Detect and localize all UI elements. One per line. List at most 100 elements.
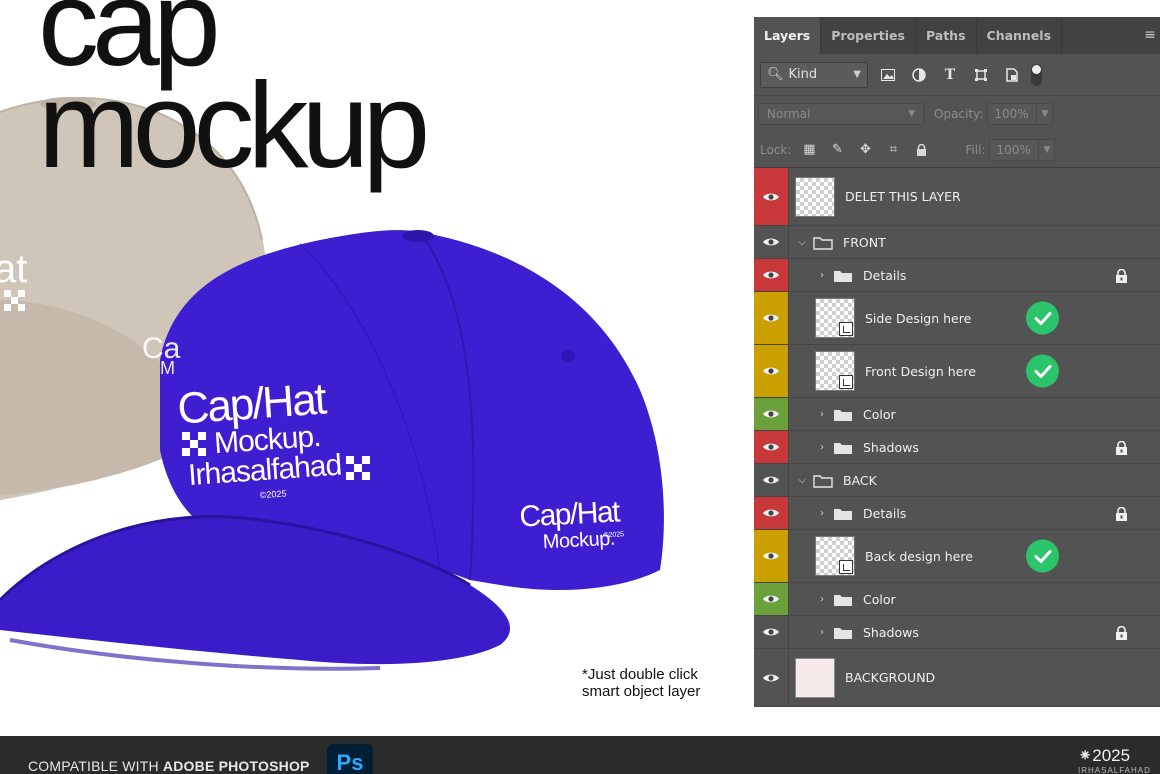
footer-bar: COMPATIBLE WITH ADOBE PHOTOSHOP Ps ⁕2025…	[0, 736, 1160, 774]
layer-name: Side Design here	[865, 310, 972, 326]
visibility-eye-icon[interactable]	[754, 530, 789, 582]
compat-app: ADOBE PHOTOSHOP	[162, 758, 310, 774]
visibility-eye-icon[interactable]	[754, 431, 789, 463]
layer-row[interactable]: › Color	[754, 398, 1160, 431]
lock-icon	[1115, 440, 1128, 455]
layer-name: Back design here	[865, 548, 973, 564]
hero-title-line-mockup: mockup	[38, 57, 430, 193]
side-print-year: ©2025	[603, 531, 625, 540]
panel-menu-icon[interactable]: ≡	[1144, 27, 1156, 43]
layer-row[interactable]: Front Design here	[754, 345, 1160, 398]
chevron-right-icon[interactable]: ›	[815, 594, 829, 605]
layer-row[interactable]: › Details	[754, 259, 1160, 292]
tab-layers[interactable]: Layers	[754, 17, 822, 54]
visibility-eye-icon[interactable]	[754, 497, 789, 529]
visibility-eye-icon[interactable]	[754, 168, 789, 225]
visibility-eye-icon[interactable]	[754, 616, 789, 648]
blend-mode-select[interactable]: Normal ▼	[758, 103, 924, 125]
chevron-right-icon[interactable]: ›	[815, 508, 829, 519]
adjustment-filter-icon[interactable]	[908, 64, 930, 86]
visibility-eye-icon[interactable]	[754, 292, 789, 344]
layer-row[interactable]: BACKGROUND	[754, 649, 1160, 707]
compatibility-text: COMPATIBLE WITH ADOBE PHOTOSHOP	[28, 758, 310, 774]
layer-name: Details	[863, 505, 907, 521]
layer-row[interactable]: DELET THIS LAYER	[754, 168, 1160, 226]
side-design-print: Cap/Hat Mockup. ©2025	[519, 495, 625, 554]
folder-icon	[833, 407, 853, 421]
shape-filter-icon[interactable]	[970, 64, 992, 86]
layer-thumbnail	[815, 351, 855, 391]
layer-name: Color	[863, 406, 896, 422]
layer-row[interactable]: › Shadows	[754, 431, 1160, 464]
kind-filter-select[interactable]: 🔍︎ Kind ▼	[760, 61, 868, 88]
folder-icon	[813, 473, 833, 488]
opacity-field[interactable]: 100% ▼	[987, 103, 1054, 125]
fill-label: Fill:	[965, 142, 986, 157]
visibility-eye-icon[interactable]	[754, 649, 789, 706]
layer-thumbnail	[795, 657, 835, 698]
chevron-right-icon[interactable]: ›	[815, 270, 829, 281]
chevron-right-icon[interactable]: ›	[815, 442, 829, 453]
lock-icon	[1115, 268, 1128, 283]
chevron-right-icon[interactable]: ›	[815, 409, 829, 420]
fill-field[interactable]: 100% ▼	[989, 138, 1056, 161]
chevron-down-icon: ▼	[1038, 139, 1054, 160]
layer-row[interactable]: › Details	[754, 497, 1160, 530]
checkmark-icon	[1026, 354, 1059, 388]
layer-name: BACKGROUND	[845, 670, 936, 685]
hero-title: cap mockup	[38, 0, 430, 193]
chevron-right-icon[interactable]: ›	[815, 627, 829, 638]
visibility-eye-icon[interactable]	[754, 464, 789, 496]
fill-value: 100%	[996, 142, 1031, 157]
front-design-print: Cap/Hat Mockup. Irhasalfahad ©2025	[176, 372, 404, 505]
photoshop-logo: Ps	[327, 744, 373, 774]
smart-object-filter-icon[interactable]	[1001, 64, 1023, 86]
panel-tabs: Layers Properties Paths Channels ≡	[754, 17, 1160, 54]
visibility-eye-icon[interactable]	[754, 398, 789, 430]
chevron-down-icon[interactable]: ⌵	[795, 237, 809, 248]
visibility-eye-icon[interactable]	[754, 259, 789, 291]
back-cap-print: at	[0, 247, 27, 291]
layer-row[interactable]: ⌵ FRONT	[754, 226, 1160, 259]
lock-artboard-icon[interactable]: ⌗	[883, 140, 903, 160]
blend-row: Normal ▼ Opacity: 100% ▼	[754, 96, 1160, 132]
lock-move-icon[interactable]: ✥	[855, 140, 875, 160]
lock-brush-icon[interactable]: ✎	[827, 140, 847, 160]
tab-properties[interactable]: Properties	[821, 17, 916, 54]
folder-icon	[833, 625, 853, 639]
footer-author: IRHASALFAHAD	[1078, 766, 1151, 774]
compat-prefix: COMPATIBLE WITH	[28, 758, 159, 774]
filter-toggle[interactable]	[1031, 63, 1042, 86]
smart-object-hint: *Just double click smart object layer	[582, 666, 700, 700]
visibility-eye-icon[interactable]	[754, 226, 789, 258]
tab-channels[interactable]: Channels	[977, 17, 1063, 54]
lock-icon	[1115, 625, 1128, 640]
filter-row: 🔍︎ Kind ▼ T	[754, 54, 1160, 96]
lock-label: Lock:	[760, 142, 792, 157]
tab-paths[interactable]: Paths	[916, 17, 977, 54]
kind-label: Kind	[788, 67, 818, 82]
layers-list: DELET THIS LAYER ⌵ FRONT › Details Side Desig…	[754, 168, 1160, 707]
layer-thumbnail	[815, 298, 855, 338]
visibility-eye-icon[interactable]	[754, 583, 789, 615]
layer-row[interactable]: Back design here	[754, 530, 1160, 583]
type-filter-icon[interactable]: T	[939, 64, 961, 86]
lock-all-icon[interactable]	[911, 140, 931, 160]
layer-name: Shadows	[863, 439, 919, 455]
pixel-filter-icon[interactable]	[877, 64, 899, 86]
layer-row[interactable]: Side Design here	[754, 292, 1160, 345]
folder-icon	[833, 268, 853, 282]
chevron-down-icon: ▼	[908, 109, 915, 119]
search-icon: 🔍︎	[767, 67, 784, 82]
footer-year: ⁕2025	[1078, 746, 1131, 765]
lock-transparent-icon[interactable]: ▦	[799, 140, 819, 160]
layer-row[interactable]: › Color	[754, 583, 1160, 616]
opacity-label: Opacity:	[934, 107, 984, 121]
layer-row[interactable]: › Shadows	[754, 616, 1160, 649]
layer-row[interactable]: ⌵ BACK	[754, 464, 1160, 497]
folder-icon	[833, 506, 853, 520]
lock-icon	[1115, 506, 1128, 521]
smart-object-badge-icon	[839, 322, 853, 336]
visibility-eye-icon[interactable]	[754, 345, 789, 397]
chevron-down-icon[interactable]: ⌵	[795, 475, 809, 486]
